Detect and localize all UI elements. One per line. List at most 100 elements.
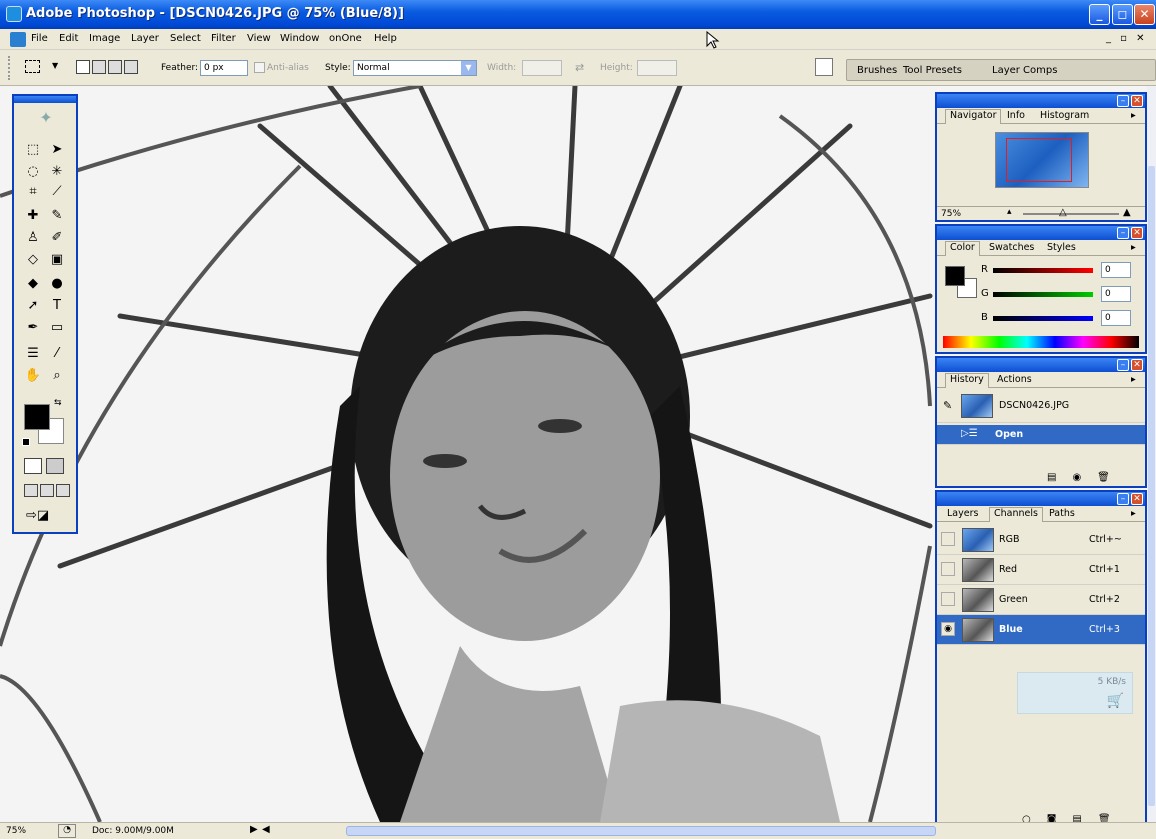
stamp-tool[interactable]: ♙ <box>22 228 44 248</box>
options-grip[interactable] <box>8 56 11 80</box>
well-tab-tool-presets[interactable]: Tool Presets <box>903 65 962 76</box>
standard-mode-icon[interactable] <box>24 458 42 474</box>
minimize-button[interactable]: _ <box>1089 4 1110 25</box>
green-slider[interactable] <box>993 292 1093 297</box>
history-brush-tool[interactable]: ✐ <box>46 228 68 248</box>
palette-menu-icon[interactable]: ▸ <box>1131 374 1136 385</box>
chevron-down-icon[interactable]: ▼ <box>52 61 58 70</box>
zoom-tool[interactable]: ⌕ <box>46 366 68 386</box>
menu-filter[interactable]: Filter <box>211 33 236 44</box>
vertical-scrollbar-thumb[interactable] <box>1148 166 1155 806</box>
visibility-eye-icon[interactable] <box>941 532 955 546</box>
channel-row-red[interactable]: Red Ctrl+1 <box>937 555 1145 585</box>
download-widget[interactable]: 5 KB/s 🛒 <box>1017 672 1133 714</box>
minimize-icon[interactable]: – <box>1117 95 1129 107</box>
hand-tool[interactable]: ✋ <box>22 366 44 386</box>
marquee-preset-icon[interactable] <box>25 60 40 73</box>
menu-help[interactable]: Help <box>374 33 397 44</box>
minimize-icon[interactable]: – <box>1117 359 1129 371</box>
toolbox-titlebar[interactable] <box>14 96 76 103</box>
gradient-tool[interactable]: ▣ <box>46 250 68 270</box>
close-button[interactable]: ✕ <box>1134 4 1155 25</box>
close-icon[interactable]: ✕ <box>1131 227 1143 239</box>
history-snapshot-row[interactable]: ✎ DSCN0426.JPG <box>937 391 1145 423</box>
horizontal-scrollbar-thumb[interactable] <box>346 826 936 836</box>
navigator-view-box[interactable] <box>1006 138 1072 182</box>
channel-row-green[interactable]: Green Ctrl+2 <box>937 585 1145 615</box>
lasso-tool[interactable]: ◌ <box>22 162 44 182</box>
foreground-color-swatch[interactable] <box>24 404 50 430</box>
height-input[interactable] <box>637 60 677 76</box>
eyedropper-tool[interactable]: ⁄ <box>46 344 68 364</box>
channel-row-blue[interactable]: ◉ Blue Ctrl+3 <box>937 615 1145 645</box>
status-zoom[interactable]: 75% <box>6 826 26 836</box>
add-selection-icon[interactable] <box>92 60 106 74</box>
feather-input[interactable]: 0 px <box>200 60 248 76</box>
navigator-thumbnail[interactable] <box>995 132 1089 188</box>
visibility-eye-icon[interactable] <box>941 592 955 606</box>
type-tool[interactable]: T <box>46 296 68 316</box>
slice-tool[interactable]: ⟋ <box>46 182 68 202</box>
menu-file[interactable]: File <box>31 33 48 44</box>
menu-select[interactable]: Select <box>170 33 201 44</box>
tab-actions[interactable]: Actions <box>997 374 1032 385</box>
tab-history[interactable]: History <box>945 373 989 388</box>
quick-mask-icon[interactable] <box>46 458 64 474</box>
blue-input[interactable]: 0 <box>1101 310 1131 326</box>
status-menu-arrow-icon[interactable]: ▶ <box>250 824 258 835</box>
path-select-tool[interactable]: ➚ <box>22 296 44 316</box>
document-icon[interactable] <box>10 32 26 47</box>
tab-histogram[interactable]: Histogram <box>1040 110 1089 121</box>
intersect-selection-icon[interactable] <box>124 60 138 74</box>
notes-tool[interactable]: ☰ <box>22 344 44 364</box>
shape-tool[interactable]: ▭ <box>46 318 68 338</box>
magic-wand-tool[interactable]: ✳ <box>46 162 68 182</box>
tab-color[interactable]: Color <box>945 241 980 256</box>
dodge-tool[interactable]: ● <box>46 274 68 294</box>
scroll-left-icon[interactable]: ◀ <box>262 824 270 835</box>
new-selection-icon[interactable] <box>76 60 90 74</box>
tab-swatches[interactable]: Swatches <box>989 242 1034 253</box>
close-icon[interactable]: ✕ <box>1131 359 1143 371</box>
default-colors-icon[interactable] <box>22 438 30 446</box>
menu-window[interactable]: Window <box>280 33 319 44</box>
visibility-eye-icon[interactable]: ◉ <box>941 622 955 636</box>
well-tab-brushes[interactable]: Brushes <box>857 65 897 76</box>
tab-layers[interactable]: Layers <box>947 508 978 519</box>
minimize-icon[interactable]: – <box>1117 227 1129 239</box>
document-window-controls[interactable]: _ ▫ ✕ <box>1106 33 1148 44</box>
status-info-icon[interactable]: ◔ <box>58 824 76 838</box>
antialias-checkbox[interactable] <box>254 62 265 73</box>
chevron-down-icon[interactable]: ▼ <box>461 61 476 75</box>
menu-image[interactable]: Image <box>89 33 120 44</box>
minimize-icon[interactable]: – <box>1117 493 1129 505</box>
zoom-slider-thumb[interactable]: △ <box>1059 207 1067 218</box>
crop-tool[interactable]: ⌗ <box>22 182 44 202</box>
navigator-titlebar[interactable]: – ✕ <box>937 94 1145 108</box>
tab-info[interactable]: Info <box>1007 110 1025 121</box>
menu-onone[interactable]: onOne <box>329 33 362 44</box>
menu-layer[interactable]: Layer <box>131 33 159 44</box>
tab-channels[interactable]: Channels <box>989 507 1043 522</box>
zoom-slider[interactable] <box>1023 213 1119 215</box>
close-icon[interactable]: ✕ <box>1131 95 1143 107</box>
zoom-out-icon[interactable]: ▴ <box>1007 207 1012 217</box>
pen-tool[interactable]: ✒ <box>22 318 44 338</box>
feather-logo-icon[interactable]: ✦ <box>22 108 70 128</box>
menu-edit[interactable]: Edit <box>59 33 78 44</box>
subtract-selection-icon[interactable] <box>108 60 122 74</box>
screen-mode-standard-icon[interactable] <box>24 484 38 497</box>
color-ramp[interactable] <box>943 336 1139 348</box>
marquee-tool[interactable]: ⬚ <box>22 140 44 160</box>
screen-mode-full-icon[interactable] <box>56 484 70 497</box>
history-titlebar[interactable]: – ✕ <box>937 358 1145 372</box>
palette-menu-icon[interactable]: ▸ <box>1131 508 1136 519</box>
style-select[interactable]: Normal ▼ <box>353 60 477 76</box>
screen-mode-full-menu-icon[interactable] <box>40 484 54 497</box>
red-slider[interactable] <box>993 268 1093 273</box>
history-step-row[interactable]: ▷☰ Open <box>937 425 1145 445</box>
blue-slider[interactable] <box>993 316 1093 321</box>
maximize-button[interactable]: ◻ <box>1112 4 1133 25</box>
swap-colors-icon[interactable]: ⇆ <box>54 398 62 408</box>
healing-tool[interactable]: ✚ <box>22 206 44 226</box>
